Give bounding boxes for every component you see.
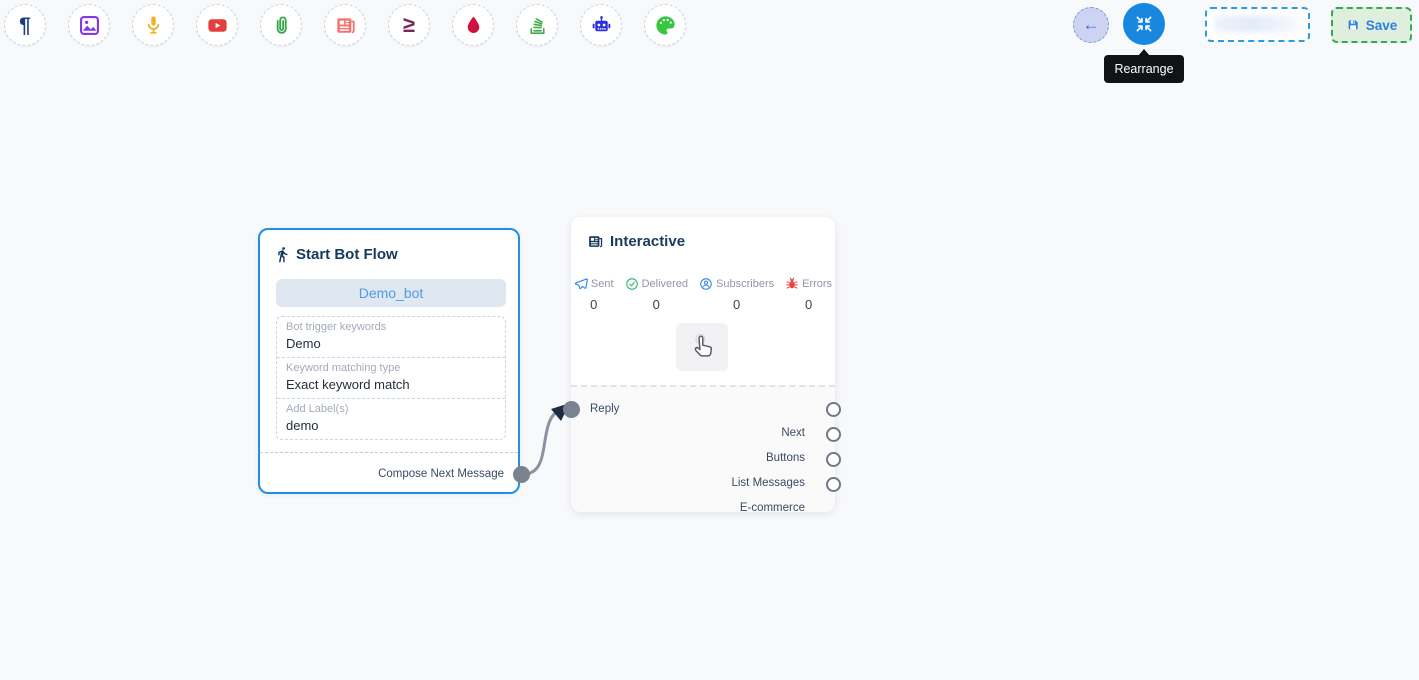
- palette-icon: [654, 14, 677, 37]
- flow-canvas[interactable]: ¶ ≥ ←: [0, 0, 1419, 680]
- save-label: Save: [1366, 18, 1398, 33]
- reply-input-handle[interactable]: [563, 401, 580, 418]
- toolbar-button-attachment[interactable]: [260, 4, 302, 46]
- toolbar-button-image[interactable]: [68, 4, 110, 46]
- output-handle-buttons[interactable]: [826, 427, 841, 442]
- stat-label: Delivered: [642, 278, 688, 290]
- field-keyword-matching-type[interactable]: Keyword matching type Exact keyword matc…: [277, 357, 505, 398]
- toolbar-button-bot[interactable]: [580, 4, 622, 46]
- flow-title-blurred-value: [1215, 16, 1298, 32]
- output-label-ecommerce: E-commerce: [571, 500, 835, 516]
- compress-icon: [1134, 14, 1154, 34]
- toolbar-button-audio[interactable]: [132, 4, 174, 46]
- interactive-node-title: Interactive: [610, 233, 685, 250]
- compose-next-message-handle[interactable]: [513, 466, 530, 483]
- check-circle-icon: [625, 277, 639, 291]
- newspaper-icon: [587, 233, 604, 250]
- stat-delivered: Delivered 0: [625, 277, 688, 312]
- field-add-labels[interactable]: Add Label(s) demo: [277, 398, 505, 439]
- paperclip-icon: [270, 14, 293, 37]
- text-icon: ¶: [19, 15, 31, 36]
- stat-errors: Errors 0: [785, 277, 832, 312]
- output-label-list-messages: List Messages: [571, 475, 835, 491]
- back-button[interactable]: ←: [1073, 7, 1109, 43]
- bot-name-button[interactable]: Demo_bot: [276, 279, 506, 307]
- interactive-stats: Sent 0 Delivered 0 Subscribers 0 Errors …: [571, 277, 835, 312]
- interactive-node-header: Interactive: [587, 233, 685, 250]
- stack-icon: [526, 14, 549, 37]
- start-node-divider: [260, 452, 518, 453]
- toolbar-button-palette[interactable]: [644, 4, 686, 46]
- stat-label: Errors: [802, 278, 832, 290]
- arrow-left-icon: ←: [1083, 15, 1100, 35]
- image-icon: [78, 14, 101, 37]
- rearrange-tooltip: Rearrange: [1104, 55, 1184, 83]
- reply-input-label: Reply: [590, 403, 619, 415]
- node-interactive[interactable]: Interactive Sent 0 Delivered 0 Subscribe…: [571, 217, 835, 512]
- toolbar-button-card[interactable]: [324, 4, 366, 46]
- toolbar-button-condition[interactable]: ≥: [388, 4, 430, 46]
- stat-value: 0: [805, 297, 812, 312]
- microphone-icon: [142, 14, 165, 37]
- stat-sent: Sent 0: [574, 277, 614, 312]
- output-label-buttons: Buttons: [571, 450, 835, 466]
- save-button[interactable]: Save: [1331, 7, 1412, 43]
- user-circle-icon: [699, 277, 713, 291]
- start-node-title: Start Bot Flow: [296, 246, 398, 263]
- paper-plane-icon: [574, 277, 588, 291]
- output-handle-list-messages[interactable]: [826, 452, 841, 467]
- bug-icon: [785, 277, 799, 291]
- stat-value: 0: [653, 297, 660, 312]
- stat-label: Sent: [591, 278, 614, 290]
- newspaper-icon: [334, 14, 357, 37]
- stat-label: Subscribers: [716, 278, 774, 290]
- start-node-fields: Bot trigger keywords Demo Keyword matchi…: [276, 316, 506, 440]
- stat-value: 0: [733, 297, 740, 312]
- floppy-disk-icon: [1346, 18, 1360, 32]
- field-label: Keyword matching type: [286, 362, 496, 375]
- field-value: demo: [286, 418, 496, 434]
- toolbar-button-drop[interactable]: [452, 4, 494, 46]
- connector-path[interactable]: [521, 409, 563, 474]
- field-label: Bot trigger keywords: [286, 321, 496, 334]
- toolbar-button-sequence[interactable]: [516, 4, 558, 46]
- output-handle-ecommerce[interactable]: [826, 477, 841, 492]
- node-start-bot-flow[interactable]: Start Bot Flow Demo_bot Bot trigger keyw…: [258, 228, 520, 494]
- field-bot-trigger-keywords[interactable]: Bot trigger keywords Demo: [277, 317, 505, 357]
- drop-icon: [462, 14, 485, 37]
- robot-icon: [590, 14, 613, 37]
- youtube-icon: [206, 14, 229, 37]
- hand-pointer-icon: [686, 331, 718, 363]
- stat-subscribers: Subscribers 0: [699, 277, 774, 312]
- stat-value: 0: [590, 297, 597, 312]
- start-node-header: Start Bot Flow: [274, 246, 398, 263]
- toolbar-button-text[interactable]: ¶: [4, 4, 46, 46]
- flow-title-input[interactable]: [1205, 7, 1310, 42]
- output-label-next: Next: [571, 425, 835, 441]
- field-value: Demo: [286, 336, 496, 352]
- rearrange-button[interactable]: [1123, 3, 1165, 45]
- drag-hand-cursor-box: [676, 323, 728, 371]
- toolbar-button-video[interactable]: [196, 4, 238, 46]
- field-value: Exact keyword match: [286, 377, 496, 393]
- compose-next-message-label: Compose Next Message: [260, 459, 518, 489]
- field-label: Add Label(s): [286, 403, 496, 416]
- greater-equal-icon: ≥: [403, 14, 415, 36]
- walking-person-icon: [274, 246, 291, 263]
- output-handle-next[interactable]: [826, 402, 841, 417]
- component-toolbar: ¶ ≥: [4, 4, 686, 46]
